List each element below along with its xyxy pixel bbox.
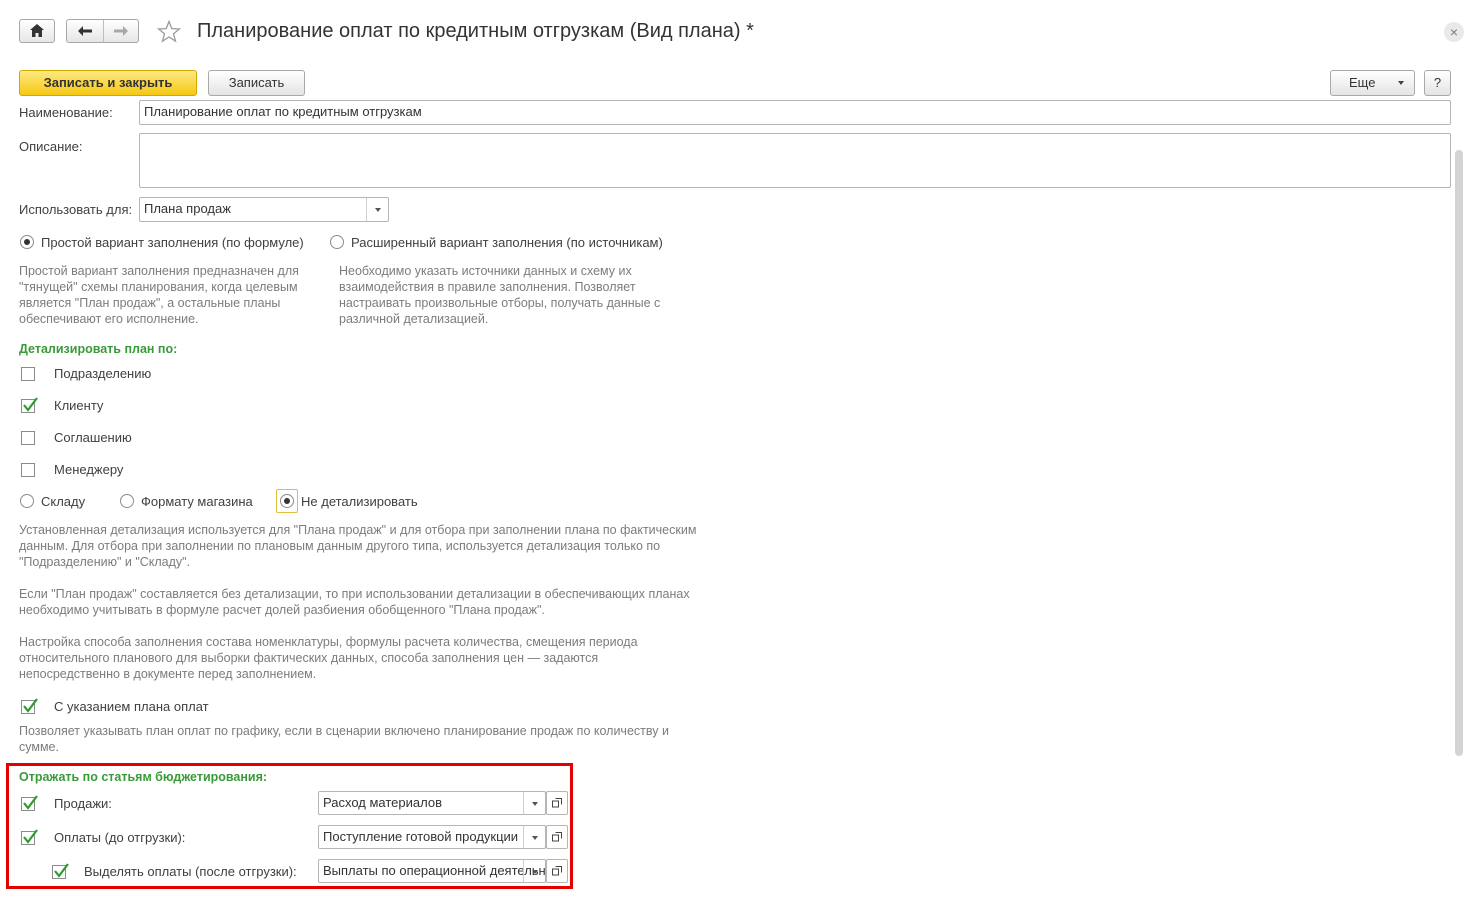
budget-open-sales[interactable] [546, 791, 568, 815]
use-for-select[interactable]: Плана продаж [139, 197, 389, 222]
help-button[interactable]: ? [1424, 70, 1451, 96]
fill-simple-label[interactable]: Простой вариант заполнения (по формуле) [41, 235, 304, 250]
checkmark-icon [23, 397, 38, 412]
fill-extended-label[interactable]: Расширенный вариант заполнения (по источ… [351, 235, 663, 250]
detail-label-agreement[interactable]: Соглашению [54, 430, 132, 445]
detail-label-manager[interactable]: Менеджеру [54, 462, 123, 477]
description-textarea[interactable] [139, 133, 1451, 188]
more-label: Еще [1349, 75, 1376, 90]
chevron-down-icon[interactable] [366, 198, 388, 221]
open-window-icon [552, 798, 562, 808]
back-button[interactable] [67, 20, 104, 42]
open-window-icon [552, 866, 562, 876]
detail-radio-warehouse-label[interactable]: Складу [41, 494, 85, 509]
budget-checkbox-sales[interactable] [21, 795, 38, 811]
name-label: Наименование: [19, 105, 113, 120]
detail-radio-none[interactable] [280, 494, 294, 508]
star-icon[interactable] [157, 20, 181, 44]
hint-extended: Необходимо указать источники данных и сх… [339, 264, 661, 326]
budget-label-prepay[interactable]: Оплаты (до отгрузки): [54, 830, 185, 845]
budget-checkbox-postpay[interactable] [52, 863, 69, 879]
fill-extended-radio[interactable] [330, 235, 344, 249]
detail-section-title: Детализировать план по: [19, 342, 178, 356]
use-for-label: Использовать для: [19, 202, 133, 217]
detail-checkbox-manager[interactable] [21, 463, 35, 477]
hint-simple: Простой вариант заполнения предназначен … [19, 264, 299, 326]
vertical-scrollbar[interactable] [1455, 150, 1463, 756]
hint-payment: Позволяет указывать план оплат по график… [19, 724, 669, 754]
budget-select-prepay[interactable]: Поступление готовой продукции [318, 825, 546, 849]
nav-back-forward [66, 19, 139, 43]
save-button[interactable]: Записать [208, 70, 305, 96]
budget-value-sales: Расход материалов [323, 795, 442, 810]
detail-radio-store-format[interactable] [120, 494, 134, 508]
description-label: Описание: [19, 139, 83, 154]
home-button[interactable] [19, 19, 55, 43]
close-icon[interactable]: × [1444, 22, 1464, 42]
chevron-down-icon[interactable] [523, 826, 545, 848]
budget-open-postpay[interactable] [546, 859, 568, 883]
budget-section-title: Отражать по статьям бюджетирования: [19, 770, 268, 784]
hint-detail-3: Настройка способа заполнения состава ном… [19, 635, 638, 681]
budget-open-prepay[interactable] [546, 825, 568, 849]
detail-label-client[interactable]: Клиенту [54, 398, 103, 413]
checkmark-icon [23, 829, 38, 844]
budget-label-sales[interactable]: Продажи: [54, 796, 112, 811]
more-button[interactable]: Еще [1330, 70, 1415, 96]
save-and-close-button[interactable]: Записать и закрыть [19, 70, 197, 96]
forward-button[interactable] [104, 20, 139, 42]
detail-radio-warehouse[interactable] [20, 494, 34, 508]
arrow-left-icon [78, 26, 92, 36]
budget-checkbox-prepay[interactable] [21, 829, 38, 845]
detail-checkbox-client[interactable] [21, 397, 38, 413]
budget-label-postpay[interactable]: Выделять оплаты (после отгрузки): [84, 864, 297, 879]
detail-label-subdivision[interactable]: Подразделению [54, 366, 151, 381]
detail-checkbox-agreement[interactable] [21, 431, 35, 445]
page-title: Планирование оплат по кредитным отгрузка… [197, 20, 754, 42]
payment-plan-label[interactable]: С указанием плана оплат [54, 699, 209, 714]
hint-detail-2: Если "План продаж" составляется без дета… [19, 587, 690, 617]
arrow-right-icon [114, 26, 128, 36]
detail-radio-store-format-label[interactable]: Формату магазина [141, 494, 253, 509]
fill-simple-radio[interactable] [20, 235, 34, 249]
budget-select-sales[interactable]: Расход материалов [318, 791, 546, 815]
chevron-down-icon [1398, 81, 1404, 85]
hint-detail: Установленная детализация используется д… [19, 523, 697, 569]
use-for-value: Плана продаж [144, 201, 231, 216]
budget-value-postpay: Выплаты по операционной деятельности [323, 863, 546, 878]
chevron-down-icon[interactable] [523, 792, 545, 814]
chevron-down-icon[interactable] [523, 860, 545, 882]
name-input[interactable]: Планирование оплат по кредитным отгрузка… [139, 100, 1451, 125]
detail-checkbox-subdivision[interactable] [21, 367, 35, 381]
payment-plan-checkbox[interactable] [21, 698, 38, 714]
budget-select-postpay[interactable]: Выплаты по операционной деятельности [318, 859, 546, 883]
checkmark-icon [54, 863, 69, 878]
budget-value-prepay: Поступление готовой продукции [323, 829, 519, 844]
home-icon [30, 24, 44, 37]
checkmark-icon [23, 698, 38, 713]
open-window-icon [552, 832, 562, 842]
checkmark-icon [23, 795, 38, 810]
detail-radio-none-label[interactable]: Не детализировать [301, 494, 418, 509]
